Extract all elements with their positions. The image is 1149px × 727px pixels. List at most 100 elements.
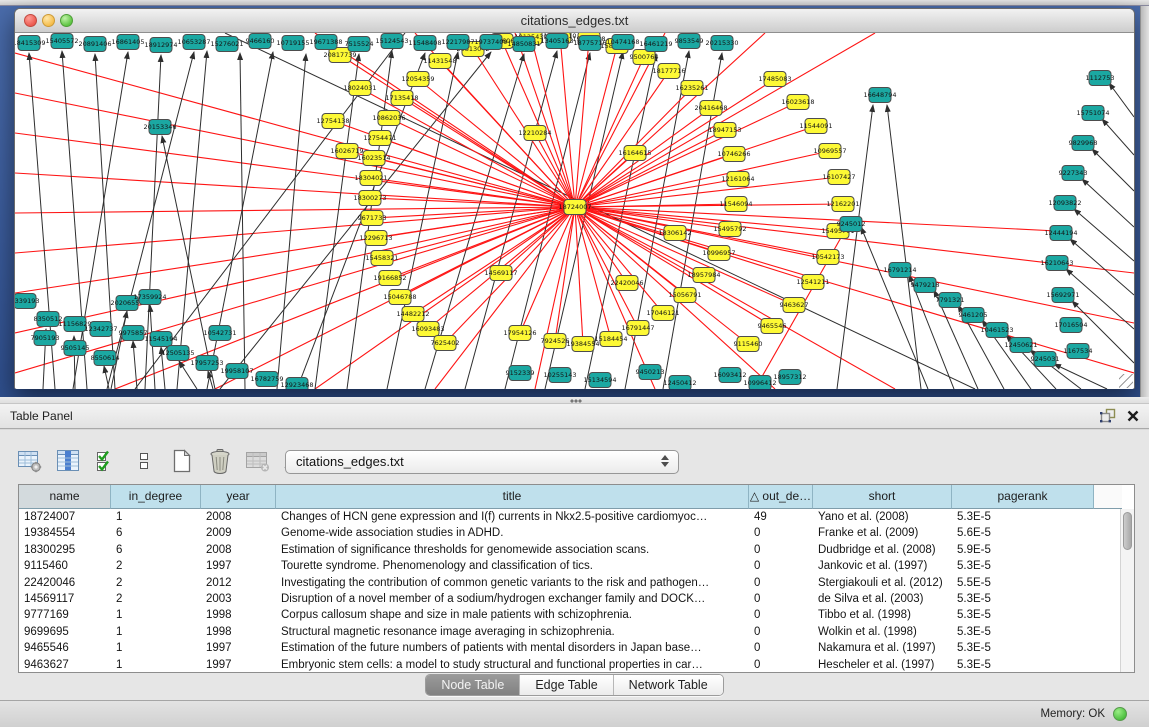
- table-cell[interactable]: 1: [111, 657, 201, 673]
- graph-node[interactable]: 15751074: [1076, 106, 1109, 121]
- table-cell[interactable]: 0: [749, 657, 813, 673]
- graph-node[interactable]: 12754138: [316, 114, 349, 129]
- table-cell[interactable]: 1: [111, 509, 201, 525]
- delete-column-icon[interactable]: [206, 447, 234, 475]
- graph-node[interactable]: 7924526: [541, 334, 570, 349]
- table-cell[interactable]: 1998: [201, 607, 276, 623]
- graph-node[interactable]: 10542731: [203, 326, 236, 341]
- graph-node[interactable]: 16093412: [713, 368, 746, 383]
- network-canvas[interactable]: 1143154812054359171354181086203612754471…: [15, 33, 1134, 389]
- table-cell[interactable]: Investigating the contribution of common…: [276, 575, 749, 591]
- graph-node[interactable]: 1167534: [1064, 344, 1093, 359]
- table-cell[interactable]: 5.3E-5: [952, 624, 1094, 640]
- graph-node[interactable]: 15692971: [1046, 288, 1079, 303]
- graph-node[interactable]: 9479218: [911, 278, 940, 293]
- graph-node[interactable]: 16107427: [822, 170, 855, 185]
- graph-node[interactable]: 17016504: [1054, 318, 1087, 333]
- splitter-handle-icon[interactable]: [570, 399, 582, 403]
- table-scrollbar-thumb[interactable]: [1123, 512, 1132, 550]
- table-cell[interactable]: 0: [749, 558, 813, 574]
- table-cell[interactable]: Structural magnetic resonance image aver…: [276, 624, 749, 640]
- graph-node[interactable]: 9245012: [837, 217, 866, 232]
- table-cell[interactable]: 9699695: [19, 624, 111, 640]
- graph-node[interactable]: 15405572: [45, 34, 78, 49]
- citation-network-graph[interactable]: 1143154812054359171354181086203612754471…: [15, 33, 1134, 389]
- table-cell[interactable]: 2009: [201, 525, 276, 541]
- graph-node[interactable]: 8550614: [91, 351, 120, 366]
- graph-node[interactable]: 12296713: [359, 231, 392, 246]
- graph-node[interactable]: 11546094: [719, 197, 752, 212]
- graph-node[interactable]: 16235261: [675, 81, 708, 96]
- graph-node[interactable]: 16861405: [111, 35, 144, 50]
- table-cell[interactable]: Wolkin et al. (1998): [813, 624, 952, 640]
- table-cell[interactable]: 5.3E-5: [952, 509, 1094, 525]
- network-window[interactable]: citations_edges.txt 11431548120543591713…: [14, 8, 1135, 389]
- graph-node[interactable]: 18957312: [773, 370, 806, 385]
- graph-node[interactable]: 10969557: [813, 144, 846, 159]
- table-cell[interactable]: 2: [111, 558, 201, 574]
- graph-node[interactable]: 9115460: [734, 337, 763, 352]
- graph-node[interactable]: 15046788: [383, 290, 416, 305]
- graph-node[interactable]: 15276021: [210, 37, 243, 52]
- create-column-icon[interactable]: [168, 447, 196, 475]
- table-cell[interactable]: 19384554: [19, 525, 111, 541]
- table-cell[interactable]: 0: [749, 607, 813, 623]
- table-cell[interactable]: 2012: [201, 575, 276, 591]
- graph-node[interactable]: 10653287: [177, 35, 210, 50]
- graph-node[interactable]: 11431548: [423, 54, 456, 69]
- graph-node[interactable]: 10255143: [543, 368, 576, 383]
- table-cell[interactable]: 1997: [201, 640, 276, 656]
- table-cell[interactable]: Disruption of a novel member of a sodium…: [276, 591, 749, 607]
- graph-node[interactable]: 7625402: [431, 336, 460, 351]
- graph-node[interactable]: 12444194: [1044, 226, 1077, 241]
- table-cell[interactable]: Changes of HCN gene expression and I(f) …: [276, 509, 749, 525]
- table-selector[interactable]: citations_edges.txt: [285, 450, 679, 474]
- graph-node[interactable]: 9461205: [959, 308, 988, 323]
- graph-node[interactable]: 10719155: [276, 36, 309, 51]
- table-cell[interactable]: 18300295: [19, 542, 111, 558]
- tab-edge-table[interactable]: Edge Table: [519, 675, 612, 695]
- table-scrollbar[interactable]: [1120, 509, 1134, 672]
- graph-node[interactable]: 12541211: [796, 275, 829, 290]
- table-cell[interactable]: 5.3E-5: [952, 558, 1094, 574]
- table-row[interactable]: 1456911722003Disruption of a novel membe…: [19, 591, 1134, 607]
- table-cell[interactable]: 6: [111, 525, 201, 541]
- graph-node[interactable]: 10996957: [702, 246, 735, 261]
- close-panel-icon[interactable]: [1127, 410, 1139, 422]
- table-cell[interactable]: de Silva et al. (2003): [813, 591, 952, 607]
- table-cell[interactable]: 2: [111, 591, 201, 607]
- graph-node[interactable]: 9505145: [61, 341, 90, 356]
- table-cell[interactable]: 14569117: [19, 591, 111, 607]
- table-cell[interactable]: 22420046: [19, 575, 111, 591]
- graph-node[interactable]: 9463627: [780, 298, 809, 313]
- table-cell[interactable]: 0: [749, 640, 813, 656]
- table-row[interactable]: 1830029562008Estimation of significance …: [19, 542, 1134, 558]
- zoom-window-button[interactable]: [60, 14, 73, 27]
- table-cell[interactable]: 2: [111, 575, 201, 591]
- graph-node[interactable]: 10746266: [717, 147, 750, 162]
- graph-node[interactable]: 9227343: [1059, 166, 1088, 181]
- table-cell[interactable]: 0: [749, 575, 813, 591]
- graph-node[interactable]: 17046121: [646, 306, 679, 321]
- table-cell[interactable]: 1997: [201, 558, 276, 574]
- table-cell[interactable]: Nakamura et al. (1997): [813, 640, 952, 656]
- graph-node[interactable]: 16648794: [863, 88, 896, 103]
- graph-node[interactable]: 9829968: [1069, 136, 1098, 151]
- table-cell[interactable]: 5.3E-5: [952, 657, 1094, 673]
- table-cell[interactable]: 1997: [201, 657, 276, 673]
- table-cell[interactable]: Jankovic et al. (1997): [813, 558, 952, 574]
- row-height-icon[interactable]: [130, 447, 158, 475]
- graph-node[interactable]: 12162201: [826, 197, 859, 212]
- table-cell[interactable]: 18724007: [19, 509, 111, 525]
- graph-node[interactable]: 7905193: [31, 331, 60, 346]
- table-cell[interactable]: 2003: [201, 591, 276, 607]
- table-cell[interactable]: 9115460: [19, 558, 111, 574]
- table-row[interactable]: 946554611997Estimation of the future num…: [19, 640, 1134, 656]
- graph-node[interactable]: 11544091: [799, 119, 832, 134]
- table-cell[interactable]: 5.3E-5: [952, 640, 1094, 656]
- memory-status-indicator[interactable]: [1113, 707, 1127, 721]
- graph-node[interactable]: 9450213: [636, 365, 665, 380]
- table-cell[interactable]: 9777169: [19, 607, 111, 623]
- column-header[interactable]: short: [813, 485, 952, 509]
- graph-node[interactable]: 9339193: [15, 294, 39, 309]
